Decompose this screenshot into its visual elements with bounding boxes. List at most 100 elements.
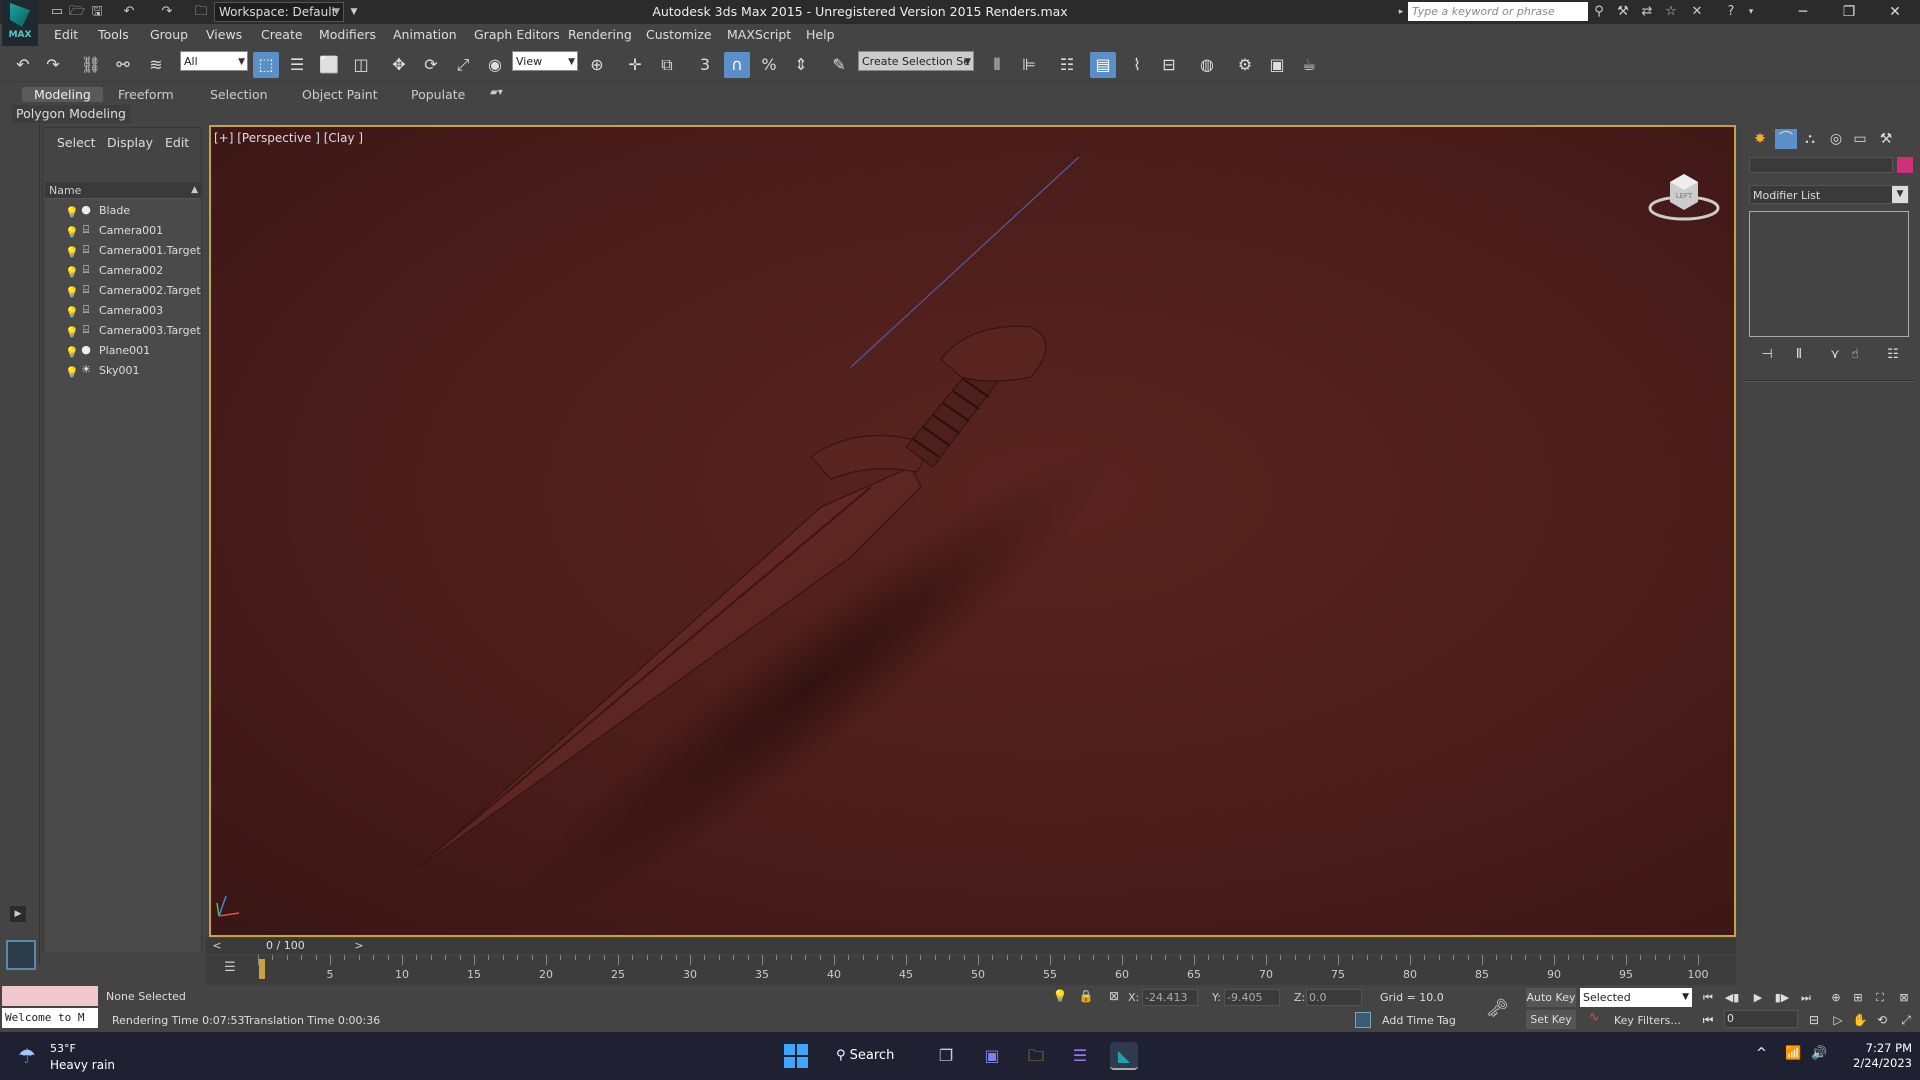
taskbar-search-button[interactable]: ⚲ Search xyxy=(836,1044,906,1068)
percent-snap-icon[interactable]: % xyxy=(756,52,782,78)
time-tag-icon[interactable] xyxy=(1355,1012,1371,1028)
spinner-snap-icon[interactable]: ⇕ xyxy=(788,52,814,78)
remove-modifier-icon[interactable]: ☝ xyxy=(1845,345,1865,365)
menu-edit[interactable]: Edit xyxy=(54,27,78,42)
auto-key-button[interactable]: Auto Key xyxy=(1526,988,1576,1007)
play-icon[interactable]: ▶ xyxy=(1748,988,1768,1008)
list-item[interactable]: 💡 ● Plane001 xyxy=(45,341,201,361)
object-name-field[interactable] xyxy=(1749,157,1893,173)
absolute-mode-icon[interactable]: ⊠ xyxy=(1106,989,1122,1005)
schematic-view-icon[interactable]: ⊟ xyxy=(1156,52,1182,78)
zoom-extents-all-icon[interactable]: ⊠ xyxy=(1894,988,1914,1008)
list-item[interactable]: 💡 ⌸ Camera003 xyxy=(45,301,201,321)
unlink-icon[interactable]: ⚯ xyxy=(110,52,136,78)
help-icon[interactable]: ? xyxy=(1722,3,1740,21)
tab-edit[interactable]: Edit xyxy=(165,135,189,150)
previous-frame-icon[interactable]: ◀▮ xyxy=(1722,988,1742,1008)
teams-chat-icon[interactable]: ▣ xyxy=(978,1042,1006,1070)
select-object-icon[interactable]: ⬚ xyxy=(253,52,279,78)
configure-modifier-sets-icon[interactable]: ☷ xyxy=(1883,345,1903,365)
help-dropdown-icon[interactable]: ▾ xyxy=(1742,3,1760,21)
align-icon[interactable]: ⊫ xyxy=(1016,52,1042,78)
list-item[interactable]: 💡 ☀ Sky001 xyxy=(45,361,201,381)
3ds-max-taskbar-icon[interactable]: ◣ xyxy=(1110,1042,1138,1070)
save-icon[interactable]: 🖫 xyxy=(88,3,106,21)
tab-select[interactable]: Select xyxy=(57,135,96,150)
track-rail[interactable]: 5 10 15 20 25 30 35 40 45 50 55 60 65 70 75 80 85 90 95 100 xyxy=(258,955,1709,985)
tab-modeling[interactable]: Modeling xyxy=(22,87,103,102)
light-bulb-icon[interactable]: 💡 xyxy=(65,283,79,303)
close-button[interactable]: ✕ xyxy=(1872,0,1918,24)
light-bulb-icon[interactable]: 💡 xyxy=(65,303,79,323)
light-bulb-icon[interactable]: 💡 xyxy=(65,363,79,383)
system-tray[interactable]: ^ 📶 🔊 xyxy=(1756,1046,1836,1066)
maximize-button[interactable]: ❐ xyxy=(1826,0,1872,24)
keyboard-shortcut-toggle-icon[interactable]: ⧉ xyxy=(654,52,680,78)
tab-populate[interactable]: Populate xyxy=(411,87,465,102)
render-production-icon[interactable]: ☕ xyxy=(1296,52,1322,78)
render-setup-icon[interactable]: ⚙ xyxy=(1232,52,1258,78)
isolate-selection-icon[interactable]: 💡 xyxy=(1052,989,1068,1005)
weather-widget[interactable]: ☂ 53°F Heavy rain xyxy=(18,1040,128,1074)
link-icon[interactable]: ⛓ xyxy=(78,52,104,78)
modifier-list-dropdown[interactable]: Modifier List ▼ xyxy=(1749,185,1909,204)
quick-access-menu-icon[interactable]: ▼ xyxy=(345,3,363,21)
snap-toggle-icon[interactable]: 3 xyxy=(692,52,718,78)
field-of-view-icon[interactable]: ▷ xyxy=(1828,1010,1848,1030)
make-unique-icon[interactable]: ⋎ xyxy=(1825,345,1845,365)
go-to-end-icon[interactable]: ⏭ xyxy=(1796,988,1816,1008)
named-selection-dropdown[interactable]: Create Selection Se ▼ xyxy=(858,51,974,71)
rectangular-selection-icon[interactable]: ⬜ xyxy=(316,52,342,78)
file-explorer-icon[interactable]: 🗀 xyxy=(1022,1042,1050,1070)
window-crossing-icon[interactable]: ◫ xyxy=(348,52,374,78)
menu-views[interactable]: Views xyxy=(206,27,242,42)
clock[interactable]: 7:27 PM 2/24/2023 xyxy=(1842,1041,1912,1071)
zoom-extents-icon[interactable]: ⛶ xyxy=(1870,988,1890,1008)
motion-panel-icon[interactable]: ◎ xyxy=(1825,129,1847,149)
menu-modifiers[interactable]: Modifiers xyxy=(319,27,376,42)
show-end-result-icon[interactable]: Ⅱ xyxy=(1789,345,1809,365)
viewcube[interactable]: LEFT xyxy=(1648,162,1720,222)
layer-manager-icon[interactable]: ☷ xyxy=(1054,52,1080,78)
start-button[interactable] xyxy=(784,1044,808,1068)
minimize-button[interactable]: ─ xyxy=(1780,0,1826,24)
wifi-icon[interactable]: 📶 xyxy=(1785,1046,1801,1061)
modify-panel-icon[interactable]: ⌒ xyxy=(1775,129,1797,149)
move-icon[interactable]: ✥ xyxy=(386,52,412,78)
menu-tools[interactable]: Tools xyxy=(98,27,129,42)
select-manipulate-icon[interactable]: ✛ xyxy=(622,52,648,78)
material-editor-icon[interactable]: ◍ xyxy=(1194,52,1220,78)
set-key-button[interactable]: Set Key xyxy=(1526,1010,1576,1029)
menu-maxscript[interactable]: MAXScript xyxy=(727,27,791,42)
chevron-up-icon[interactable]: ^ xyxy=(1756,1046,1767,1061)
redo-icon[interactable]: ↷ xyxy=(158,3,176,21)
list-item[interactable]: 💡 ⌸ Camera002 xyxy=(45,261,201,281)
place-icon[interactable]: ◉ xyxy=(482,52,508,78)
z-coordinate-field[interactable]: 0.0 xyxy=(1306,989,1362,1006)
list-item[interactable]: 💡 ⌸ Camera001.Target xyxy=(45,241,201,261)
menu-customize[interactable]: Customize xyxy=(646,27,712,42)
y-coordinate-field[interactable]: -9.405 xyxy=(1224,989,1280,1006)
new-file-icon[interactable]: ▭ xyxy=(48,3,66,21)
list-item[interactable]: 💡 ⌸ Camera002.Target xyxy=(45,281,201,301)
create-panel-icon[interactable]: ✸ xyxy=(1749,129,1771,149)
modifier-stack[interactable] xyxy=(1749,211,1909,337)
menu-create[interactable]: Create xyxy=(261,27,303,42)
zoom-all-icon[interactable]: ⊞ xyxy=(1848,988,1868,1008)
select-by-name-icon[interactable]: ☰ xyxy=(284,52,310,78)
menu-animation[interactable]: Animation xyxy=(393,27,457,42)
scene-explorer-toggle-icon[interactable]: ▤ xyxy=(1090,52,1116,78)
object-color-swatch[interactable] xyxy=(1897,157,1913,173)
mirror-icon[interactable]: ⫴ xyxy=(984,52,1010,78)
go-to-start-icon[interactable]: ⏮ xyxy=(1698,988,1718,1008)
name-column-header[interactable]: Name ▲ xyxy=(45,182,201,199)
undo-icon[interactable]: ↶ xyxy=(120,3,138,21)
viewport-layout-icon[interactable] xyxy=(6,940,36,970)
perspective-viewport[interactable]: [+] [Perspective ] [Clay ] LEFT xyxy=(209,125,1736,937)
angle-snap-icon[interactable]: ∩ xyxy=(724,52,750,78)
star-icon[interactable]: ☆ xyxy=(1662,3,1680,21)
selection-lock-icon[interactable]: 🔒 xyxy=(1078,989,1094,1005)
list-item[interactable]: 💡 ⌸ Camera001 xyxy=(45,221,201,241)
maxscript-mini-listener[interactable] xyxy=(2,986,98,1006)
maximize-viewport-icon[interactable]: ⤢ xyxy=(1896,1010,1916,1030)
